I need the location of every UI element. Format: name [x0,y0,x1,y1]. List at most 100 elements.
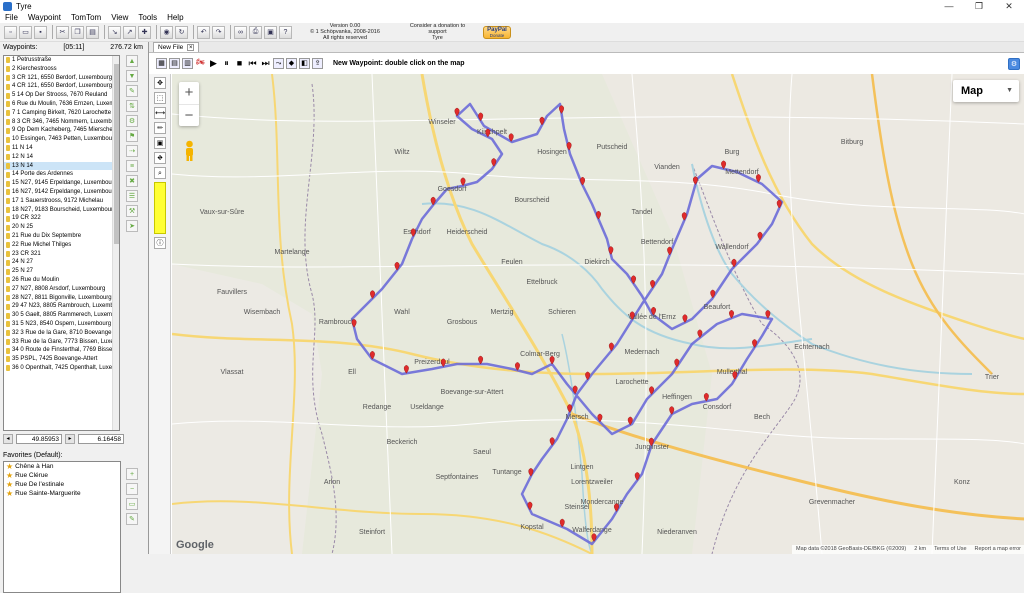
waypoint-list-item[interactable]: 23 CR 321 [4,250,119,259]
export-icon[interactable]: ↗ [123,25,136,39]
grid-view-icon[interactable]: ▦ [156,58,167,69]
save-file-icon[interactable]: ▪ [34,25,47,39]
menu-waypoint[interactable]: Waypoint [23,13,66,22]
menu-view[interactable]: View [106,13,133,22]
route-icon[interactable]: ➤ [126,220,138,232]
help-icon[interactable]: ? [279,25,292,39]
lat-button[interactable]: ◂ [3,434,13,444]
play-icon[interactable]: ▶ [208,58,219,69]
refresh-icon[interactable]: ↻ [175,25,188,39]
map-canvas[interactable]: Winseler Kiischpelt Hosingen Putscheid Viand… [172,74,1024,554]
waypoint-list-item[interactable]: 21 Rue du Dix Septembre [4,232,119,241]
fav-edit-icon[interactable]: ✎ [126,513,138,525]
select-icon[interactable]: ⬚ [154,92,166,104]
waypoint-list-item[interactable]: 14 Porte des Ardennes [4,170,119,179]
waypoint-list-scrollbar[interactable] [112,56,119,430]
waypoint-list-item[interactable]: 6 Rue du Moulin, 7636 Ernzen, Luxembourg [4,100,119,109]
minimize-button[interactable]: — [934,0,964,12]
pause-icon[interactable]: ⏸ [221,58,232,69]
edit-icon[interactable]: ✎ [126,85,138,97]
favorite-item[interactable]: ★ Rue Clérue [4,471,120,480]
globe-icon[interactable]: ◉ [160,25,173,39]
close-tab-icon[interactable]: × [187,44,195,51]
waypoint-list-item[interactable]: 8 3 CR 346, 7465 Nommern, Luxembourg [4,118,119,127]
waypoint-list-item[interactable]: 13 N 14 [4,161,119,171]
waypoint-list-item[interactable]: 22 Rue Michel Thilges [4,241,119,250]
waypoint-list-item[interactable]: 33 Rue de la Gare, 7773 Bissen, Luxembou… [4,338,119,347]
menu-tomtom[interactable]: TomTom [66,13,106,22]
waypoint-list-item[interactable]: 27 N27, 8808 Arsdorf, Luxembourg [4,285,119,294]
window-icon[interactable]: ▣ [264,25,277,39]
map-settings-icon[interactable]: ⚙ [1008,58,1020,70]
waypoint-list-item[interactable]: 11 N 14 [4,144,119,153]
waypoint-list-item[interactable]: 7 1 Camping Birkelt, 7620 Larochette [4,109,119,118]
pan-icon[interactable]: ✥ [154,77,166,89]
favorite-item[interactable]: ★ Chêne à Han [4,462,120,471]
list-view-icon[interactable]: ▤ [169,58,180,69]
move-up-icon[interactable]: ▲ [126,55,138,67]
waypoint-list-item[interactable]: 30 5 Gaelt, 8805 Rammerech, Luxembourg [4,311,119,320]
info-icon[interactable]: ⓘ [154,237,166,249]
marker-icon[interactable]: ◆ [286,58,297,69]
report-error-link[interactable]: Report a map error [975,545,1021,554]
waypoint-list-item[interactable]: 25 N 27 [4,267,119,276]
motorcycle-icon[interactable]: 🏍 [195,58,206,69]
insert-icon[interactable]: ⇢ [126,145,138,157]
waypoint-list-item[interactable]: 4 CR 121, 6550 Berdorf, Luxembourg [4,82,119,91]
waypoint-list-item[interactable]: 29 47 N23, 8805 Rambrouch, Luxembourg [4,302,119,311]
waypoint-list-item[interactable]: 12 N 14 [4,153,119,162]
print-icon[interactable]: ⎙ [249,25,262,39]
waypoint-list-item[interactable]: 31 5 N23, 8540 Ospern, Luxembourg [4,320,119,329]
next-icon[interactable]: ⏭ [260,58,271,69]
waypoint-list-item[interactable]: 32 3 Rue de la Gare, 8710 Boevange [4,329,119,338]
zoom-in-button[interactable]: + [179,82,199,104]
menu-help[interactable]: Help [162,13,188,22]
highlight-panel[interactable] [154,182,166,234]
stop-icon[interactable]: ■ [234,58,245,69]
waypoint-list-item[interactable]: 5 14 Op Der Strooss, 7670 Reuland [4,91,119,100]
favorites-list[interactable]: ★ Chêne à Han ★ Rue Clérue ★ Rue De l'estinal… [3,461,121,593]
latitude-field[interactable]: 49.85953 [16,434,62,444]
waypoint-list-item[interactable]: 24 N 27 [4,258,119,267]
search-map-icon[interactable]: ⌕ [154,167,166,179]
waypoint-list-item[interactable]: 20 N 25 [4,223,119,232]
table-view-icon[interactable]: ▥ [182,58,193,69]
road-icon[interactable]: ⛖ [154,152,166,164]
photo-icon[interactable]: ▣ [154,137,166,149]
settings-icon[interactable]: ⚙ [126,115,138,127]
paypal-donate-button[interactable]: PayPal Donate [483,25,511,39]
favorite-item[interactable]: ★ Rue Sainte-Marguerite [4,489,120,498]
street-view-pegman-icon[interactable] [183,140,196,162]
close-button[interactable]: ✕ [994,0,1024,12]
waypoint-list-item[interactable]: 18 N27, 9183 Bourscheid, Luxembourg [4,206,119,215]
google-map[interactable]: Winseler Kiischpelt Hosingen Putscheid Viand… [172,74,1024,554]
delete-icon[interactable]: ✖ [126,175,138,187]
flag-icon[interactable]: ⚑ [126,130,138,142]
import-icon[interactable]: ↘ [108,25,121,39]
lon-button[interactable]: ▸ [65,434,75,444]
redo-icon[interactable]: ↷ [212,25,225,39]
fav-folder-icon[interactable]: ▭ [126,498,138,510]
new-file-icon[interactable]: ▫ [4,25,17,39]
waypoint-list-item[interactable]: 19 CR 322 [4,214,119,223]
tools-icon[interactable]: ⚒ [126,205,138,217]
route-calc-icon[interactable]: ⤳ [273,58,284,69]
waypoint-list-item[interactable]: 16 N27, 9142 Erpeldange, Luxembourg [4,188,119,197]
layer-icon[interactable]: ◧ [299,58,310,69]
waypoint-list-item[interactable]: 28 N27, 8811 Bigonville, Luxembourg [4,294,119,303]
binoculars-icon[interactable]: ∞ [234,25,247,39]
waypoint-list-item[interactable]: 35 PSPL, 7425 Boevange-Attert [4,355,119,364]
zoom-out-button[interactable]: − [179,104,199,126]
longitude-field[interactable]: 6.16458 [78,434,124,444]
open-file-icon[interactable]: ▭ [19,25,32,39]
waypoint-list-item[interactable]: 36 0 Openthalt, 7425 Openthalt, Luxembou… [4,364,119,373]
paste-icon[interactable]: ▤ [86,25,99,39]
fav-remove-icon[interactable]: − [126,483,138,495]
terms-link[interactable]: Terms of Use [934,545,966,554]
list-icon[interactable]: ☰ [126,190,138,202]
menu-file[interactable]: File [0,13,23,22]
tab-new-file[interactable]: New File × [153,42,200,52]
waypoint-list-item[interactable]: 3 CR 121, 6550 Berdorf, Luxembourg [4,74,119,83]
draw-icon[interactable]: ✏ [154,122,166,134]
waypoint-list-item[interactable]: 1 Petrusstraße [4,56,119,65]
